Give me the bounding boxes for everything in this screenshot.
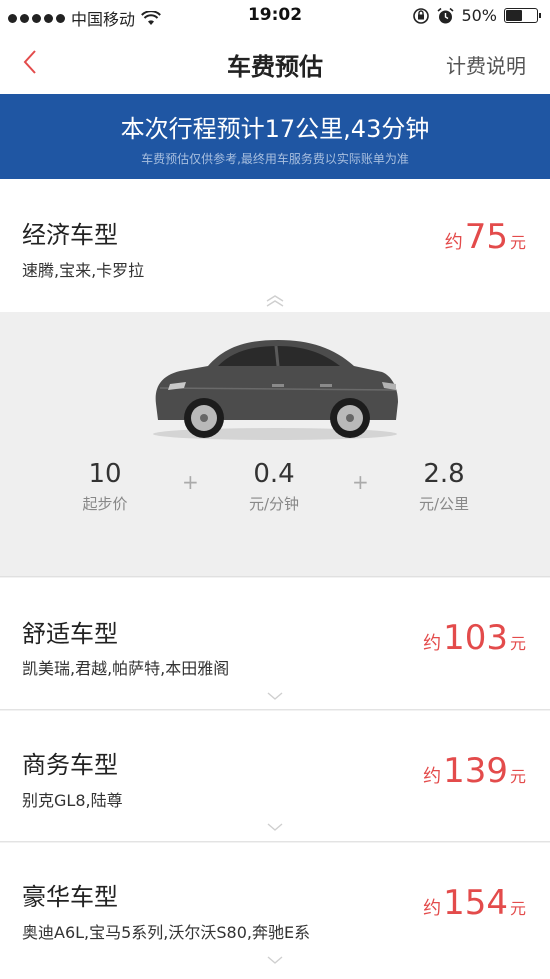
fee-detail-panel: 10 起步价 + 0.4 元/分钟 + 2.8 元/公里 xyxy=(0,312,550,577)
price-prefix: 约 xyxy=(423,766,442,787)
car-image xyxy=(153,340,398,440)
price-value: 139 xyxy=(443,751,508,791)
price-estimate: 约 103 元 xyxy=(423,618,526,658)
price-estimate: 约 75 元 xyxy=(445,217,526,257)
trip-estimate-banner: 本次行程预计17公里,43分钟 车费预估仅供参考,最终用车服务费以实际账单为准 xyxy=(0,94,550,179)
price-estimate: 约 154 元 xyxy=(423,883,526,923)
price-unit: 元 xyxy=(509,634,526,653)
car-models: 凯美瑞,君越,帕萨特,本田雅阁 xyxy=(22,659,230,678)
plus-sign: + xyxy=(182,470,199,494)
car-type-card-comfort[interactable]: 舒适车型 凯美瑞,君越,帕萨特,本田雅阁 约 103 元 xyxy=(0,578,550,710)
car-type-card-economy[interactable]: 经济车型 速腾,宝来,卡罗拉 约 75 元 xyxy=(0,179,550,312)
status-bar: 中国移动 19:02 50% xyxy=(0,0,550,32)
chevron-down-icon xyxy=(267,956,283,964)
fee-label: 元/公里 xyxy=(418,495,470,513)
price-value: 75 xyxy=(464,217,508,257)
disclaimer: 车费预估仅供参考,最终用车服务费以实际账单为准 xyxy=(141,152,409,166)
fee-base-fare: 10 起步价 xyxy=(35,459,175,514)
fee-label: 起步价 xyxy=(82,495,128,513)
fee-value: 0.4 xyxy=(253,459,295,489)
fee-label: 元/分钟 xyxy=(248,495,300,513)
price-unit: 元 xyxy=(509,767,526,786)
price-estimate: 约 139 元 xyxy=(423,751,526,791)
fee-value: 2.8 xyxy=(423,459,465,489)
car-type-name: 舒适车型 xyxy=(22,620,118,648)
car-models: 奥迪A6L,宝马5系列,沃尔沃S80,奔驰E系 xyxy=(22,923,311,942)
orientation-lock-icon xyxy=(413,7,430,24)
car-models: 速腾,宝来,卡罗拉 xyxy=(22,261,145,280)
price-prefix: 约 xyxy=(423,633,442,654)
alarm-icon xyxy=(437,7,454,23)
price-value: 103 xyxy=(443,618,508,658)
chevron-down-icon xyxy=(267,823,283,831)
fee-per-km: 2.8 元/公里 xyxy=(374,459,514,514)
car-type-name: 经济车型 xyxy=(22,221,118,249)
trip-summary: 本次行程预计17公里,43分钟 xyxy=(120,115,430,143)
car-type-name: 豪华车型 xyxy=(22,883,118,911)
price-value: 154 xyxy=(443,883,508,923)
status-right: 50% xyxy=(412,6,541,25)
car-models: 别克GL8,陆尊 xyxy=(22,791,123,810)
battery-percent: 50% xyxy=(461,6,497,25)
car-type-card-business[interactable]: 商务车型 别克GL8,陆尊 约 139 元 xyxy=(0,711,550,842)
battery-icon xyxy=(504,8,541,23)
car-type-card-luxury[interactable]: 豪华车型 奥迪A6L,宝马5系列,沃尔沃S80,奔驰E系 约 154 元 xyxy=(0,843,550,979)
car-type-name: 商务车型 xyxy=(22,751,118,779)
price-unit: 元 xyxy=(509,899,526,918)
price-prefix: 约 xyxy=(444,232,463,253)
fee-explanation-link[interactable]: 计费说明 xyxy=(446,50,526,79)
price-unit: 元 xyxy=(509,233,526,252)
fee-per-minute: 0.4 元/分钟 xyxy=(204,459,344,514)
nav-bar: 车费预估 计费说明 xyxy=(0,32,550,94)
chevron-down-icon xyxy=(267,692,283,700)
price-prefix: 约 xyxy=(423,898,442,919)
plus-sign: + xyxy=(352,470,369,494)
chevron-up-icon xyxy=(266,295,284,307)
fee-value: 10 xyxy=(88,459,122,489)
